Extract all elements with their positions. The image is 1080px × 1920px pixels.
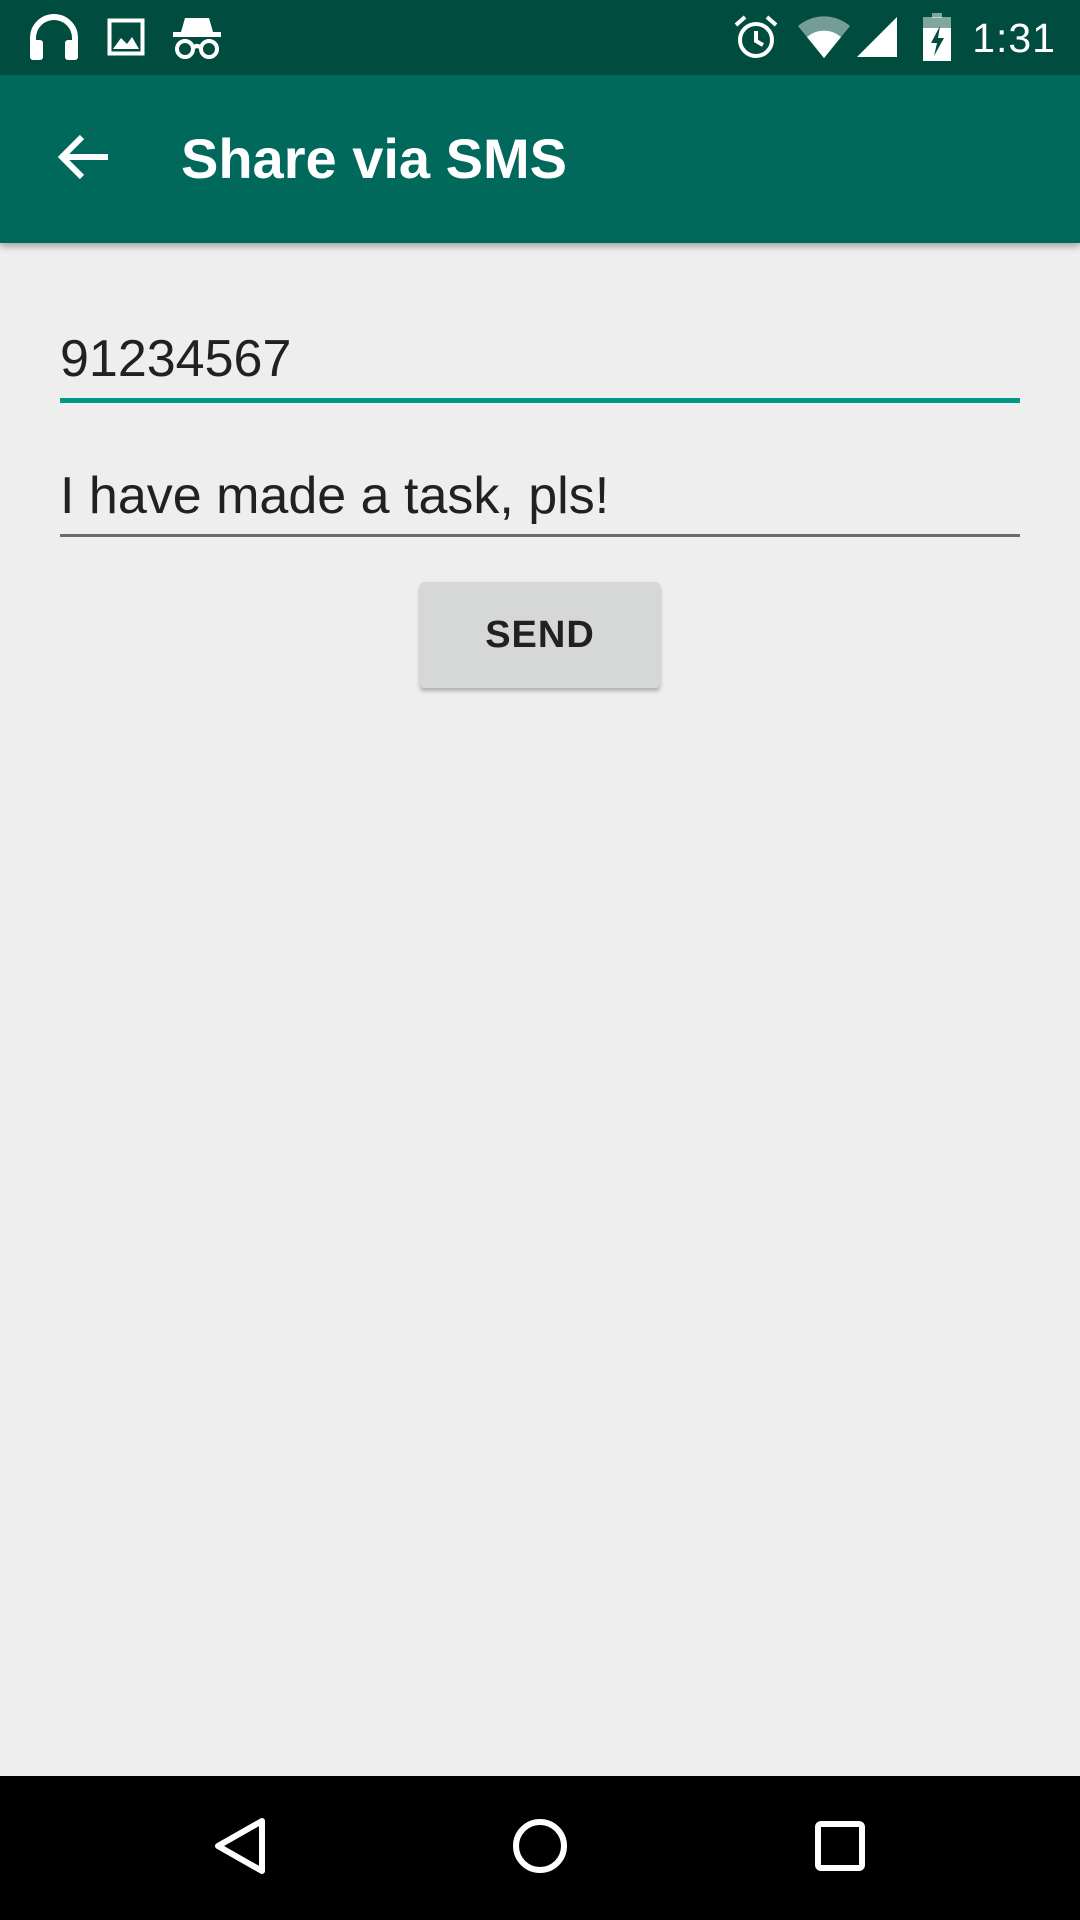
nav-back-button[interactable] [190,1798,290,1898]
send-button[interactable]: SEND [420,582,660,688]
page-title: Share via SMS [181,127,567,190]
recents-square-icon [812,1818,868,1879]
image-icon [106,12,146,62]
status-bar: 1:31 [0,0,1080,75]
message-field-underline [60,534,1020,537]
back-triangle-icon [210,1815,270,1882]
wifi-icon [796,12,852,62]
battery-charging-icon [920,12,954,62]
cell-signal-icon [854,12,900,62]
status-time: 1:31 [972,15,1056,61]
incognito-icon [170,12,224,62]
phone-number-field[interactable]: 91234567 [60,320,1020,406]
nav-recents-button[interactable] [790,1798,890,1898]
app-bar: Share via SMS [0,75,1080,243]
nav-home-button[interactable] [490,1798,590,1898]
alarm-icon [733,12,779,62]
phone-number-value[interactable]: 91234567 [60,324,291,394]
headphones-icon [26,12,82,62]
message-value[interactable]: I have made a task, pls! [60,461,609,531]
home-circle-icon [510,1816,570,1881]
navigation-bar [0,1776,1080,1920]
arrow-back-icon [56,131,112,188]
phone-field-underline [60,398,1020,403]
message-field[interactable]: I have made a task, pls! [60,455,1020,541]
back-button[interactable] [36,117,132,201]
